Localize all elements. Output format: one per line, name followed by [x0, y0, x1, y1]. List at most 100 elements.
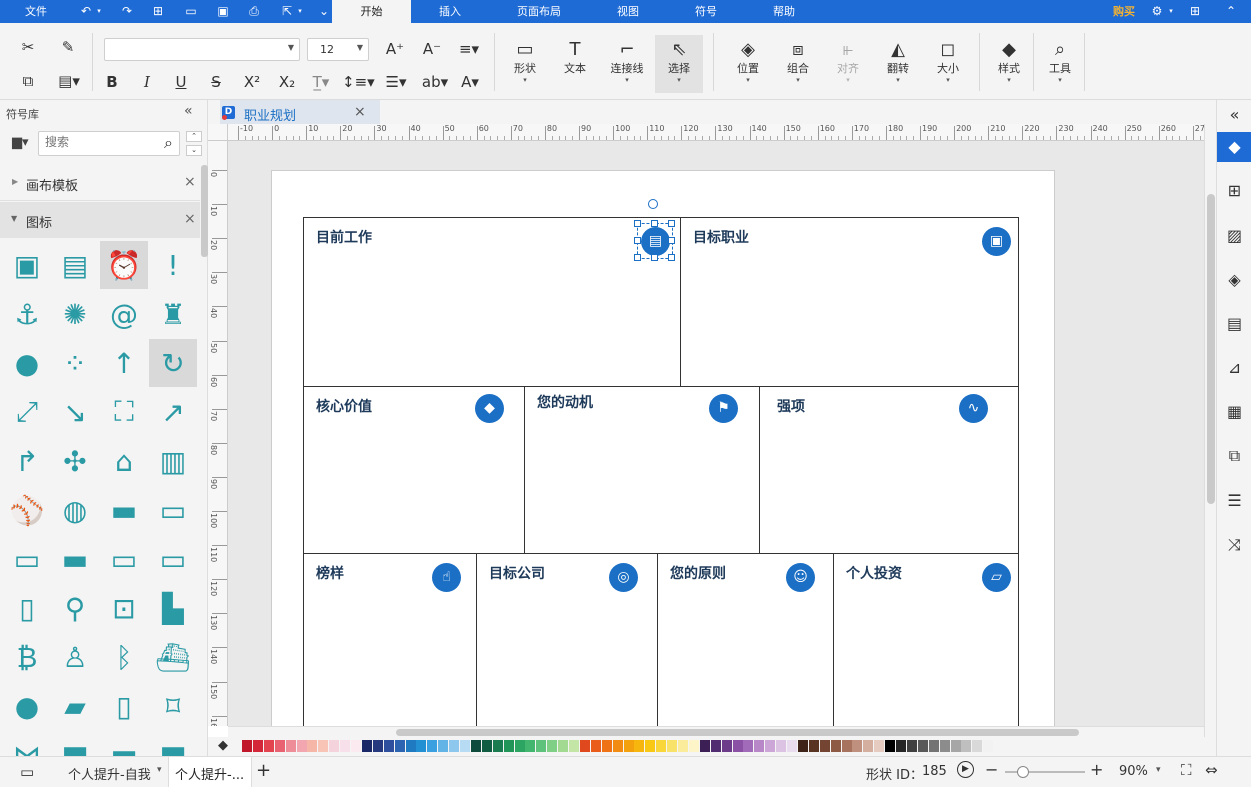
color-swatch[interactable] — [351, 740, 361, 752]
cell-principles[interactable]: 您的原则 ☺ — [657, 553, 834, 726]
align-button[interactable]: ⫦ 对齐 ▾ — [824, 38, 872, 84]
color-swatch[interactable] — [776, 740, 787, 752]
select-button[interactable]: ⇖ 选择 ▾ — [655, 35, 703, 93]
undo-dropdown-icon[interactable]: ▾ — [94, 4, 104, 19]
color-swatch[interactable] — [667, 740, 678, 752]
position-button[interactable]: ◈ 位置 ▾ — [724, 38, 772, 84]
document-tab[interactable]: D 职业规划 × — [220, 100, 380, 124]
expand-diagonal-icon[interactable]: ⤢ — [3, 388, 51, 436]
notebook-icon[interactable]: ▯ — [100, 682, 148, 730]
search-icon[interactable]: ⌕ — [164, 133, 173, 153]
color-swatch[interactable] — [917, 740, 928, 752]
layers-icon[interactable]: ◈ — [1217, 265, 1251, 295]
fit-page-icon[interactable]: ⛶ — [1181, 761, 1192, 779]
export-arrow-icon[interactable]: ↱ — [3, 437, 51, 485]
copy-icon[interactable]: ⧉ — [18, 71, 38, 91]
drawing-canvas[interactable]: 目前工作 ▤ 目标职业 ▣ 核心价值 ◆ 您的动机 ⚑ 强项 ∿ 榜样 ☝ 目标… — [228, 141, 1204, 726]
color-swatch[interactable] — [252, 740, 263, 752]
color-swatch[interactable] — [656, 740, 667, 752]
bomb-icon[interactable]: ● — [3, 682, 51, 730]
color-swatch[interactable] — [885, 740, 896, 752]
color-swatch[interactable] — [787, 740, 797, 752]
font-size-select[interactable]: 12 ▼ — [307, 38, 369, 61]
color-swatch[interactable] — [896, 740, 906, 752]
rotation-handle[interactable] — [648, 199, 658, 209]
zoom-out-button[interactable]: − — [985, 760, 998, 779]
bitcoin-icon[interactable]: ₿ — [3, 633, 51, 681]
color-swatch[interactable] — [438, 740, 449, 752]
close-icon[interactable]: × — [184, 174, 196, 190]
bold-icon[interactable]: B — [102, 72, 122, 92]
shopping-bag-icon[interactable]: ⌂ — [100, 437, 148, 485]
tab-view[interactable]: 视图 — [598, 0, 658, 23]
pulse-icon[interactable]: ∿ — [959, 394, 988, 423]
text-align-icon[interactable]: ≡▾ — [454, 39, 484, 59]
anchor-icon[interactable]: ⚓ — [3, 290, 51, 338]
color-swatch[interactable] — [645, 740, 656, 752]
selection-box[interactable]: ▤ — [634, 220, 675, 261]
page-sheet[interactable]: 目前工作 ▤ 目标职业 ▣ 核心价值 ◆ 您的动机 ⚑ 强项 ∿ 榜样 ☝ 目标… — [271, 170, 1055, 726]
alarm-clock-icon[interactable]: ⏰ — [100, 241, 148, 289]
page-tab-1[interactable]: 个人提升-自我 ▾ — [60, 757, 168, 787]
vertical-scrollbar[interactable] — [1204, 124, 1216, 737]
color-swatch[interactable] — [874, 740, 885, 752]
text-effect-icon[interactable]: ab▾ — [418, 72, 452, 92]
play-icon[interactable]: ▶ — [957, 761, 974, 778]
blind-icon[interactable]: ♙ — [51, 633, 99, 681]
zoom-slider[interactable] — [1005, 766, 1085, 778]
person-icon[interactable]: ☺ — [786, 563, 815, 592]
library-scrollbar[interactable] — [201, 165, 208, 257]
color-swatch[interactable] — [372, 740, 383, 752]
trend-up-icon[interactable]: ↗ — [149, 388, 197, 436]
fill-bucket-icon[interactable]: ◆ — [218, 738, 228, 753]
tab-page-layout[interactable]: 页面布局 — [504, 0, 574, 23]
tools-button[interactable]: ⌕ 工具 ▾ — [1036, 38, 1084, 84]
color-swatch[interactable] — [525, 740, 536, 752]
color-swatch[interactable] — [460, 740, 470, 752]
color-swatch[interactable] — [340, 740, 351, 752]
fullscreen-icon[interactable]: ⛶ — [100, 388, 148, 436]
resize-handle[interactable] — [668, 237, 675, 244]
book-icon[interactable]: ▰ — [51, 682, 99, 730]
color-swatch[interactable] — [285, 740, 296, 752]
color-swatch[interactable] — [623, 740, 634, 752]
boat-icon[interactable]: ⛴ — [149, 633, 197, 681]
color-swatch[interactable] — [863, 740, 874, 752]
color-swatch[interactable] — [950, 740, 961, 752]
section-icons[interactable]: ▼ 图标 × — [0, 202, 200, 238]
apple-icon[interactable]: ● — [3, 339, 51, 387]
aperture-icon[interactable]: ✺ — [51, 290, 99, 338]
battery-half-icon[interactable]: ▭ — [100, 535, 148, 583]
thumbs-up-icon[interactable]: ☝ — [432, 563, 461, 592]
color-swatch[interactable] — [939, 740, 950, 752]
resize-handle[interactable] — [668, 220, 675, 227]
scroll-up-icon[interactable]: ⌃ — [186, 131, 202, 142]
target-icon[interactable]: ◎ — [609, 563, 638, 592]
horizontal-scroll-thumb[interactable] — [396, 729, 1079, 736]
exclamation-icon[interactable]: ! — [149, 241, 197, 289]
flip-button[interactable]: ◭ 翻转 ▾ — [874, 38, 922, 84]
shape-button[interactable]: ▭ 形状 ▾ — [501, 38, 549, 84]
id-card-icon[interactable]: ▤ — [51, 241, 99, 289]
color-swatch[interactable] — [416, 740, 427, 752]
bar-chart-icon[interactable]: ▥ — [149, 437, 197, 485]
resize-handle[interactable] — [668, 254, 675, 261]
color-swatch[interactable] — [427, 740, 438, 752]
color-swatch[interactable] — [449, 740, 460, 752]
color-swatch[interactable] — [819, 740, 830, 752]
close-icon[interactable]: × — [184, 211, 196, 227]
color-swatch[interactable] — [710, 740, 721, 752]
basketball-icon[interactable]: ◍ — [51, 486, 99, 534]
export-dropdown-icon[interactable]: ▾ — [295, 4, 305, 19]
resize-handle[interactable] — [651, 254, 658, 261]
color-swatch[interactable] — [983, 740, 994, 752]
vertical-scroll-thumb[interactable] — [1207, 194, 1215, 504]
color-swatch[interactable] — [383, 740, 394, 752]
color-swatch[interactable] — [514, 740, 525, 752]
color-swatch[interactable] — [590, 740, 601, 752]
cell-current-job[interactable]: 目前工作 ▤ — [303, 217, 681, 387]
color-swatch[interactable] — [307, 740, 318, 752]
text-button[interactable]: T 文本 — [551, 38, 599, 76]
new-page-icon[interactable]: ⊞ — [150, 4, 166, 19]
color-swatch[interactable] — [329, 740, 340, 752]
